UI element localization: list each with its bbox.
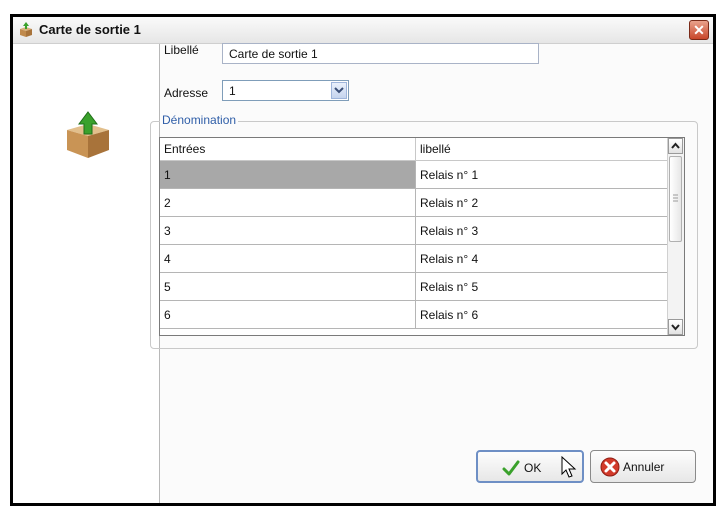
cancel-x-icon [600, 457, 620, 477]
cell-libelle[interactable]: Relais n° 5 [416, 273, 669, 300]
grip-icon [673, 194, 678, 202]
cancel-button[interactable]: Annuler [590, 450, 696, 483]
box-arrow-icon [20, 22, 32, 37]
close-icon: ✕ [693, 22, 705, 38]
cancel-label: Annuler [623, 460, 665, 474]
column-header-entrees[interactable]: Entrées [160, 138, 416, 160]
table-row[interactable]: 4 Relais n° 4 [160, 245, 669, 273]
grid-header: Entrées libellé [160, 138, 669, 161]
group-title: Dénomination [160, 113, 239, 127]
cell-entree[interactable]: 4 [160, 245, 416, 272]
table-row[interactable]: 3 Relais n° 3 [160, 217, 669, 245]
table-row[interactable]: 5 Relais n° 5 [160, 273, 669, 301]
denomination-grid[interactable]: Entrées libellé 1 Relais n° 1 2 Relais n… [159, 137, 685, 336]
cell-libelle[interactable]: Relais n° 2 [416, 189, 669, 216]
chevron-down-icon [334, 87, 344, 94]
adresse-label: Adresse [164, 86, 209, 100]
libelle-label: Libellé [164, 43, 199, 57]
scroll-down-button[interactable] [668, 319, 683, 335]
mouse-pointer-icon [561, 456, 577, 478]
cell-libelle[interactable]: Relais n° 3 [416, 217, 669, 244]
table-row[interactable]: 6 Relais n° 6 [160, 301, 669, 329]
adresse-select[interactable]: 1 [222, 80, 349, 101]
box-arrow-icon [67, 111, 109, 158]
scroll-thumb[interactable] [669, 156, 682, 242]
ok-label: OK [524, 461, 542, 475]
adresse-value: 1 [229, 84, 236, 98]
cell-entree[interactable]: 6 [160, 301, 416, 328]
chevron-up-icon [671, 142, 680, 149]
window-title: Carte de sortie 1 [39, 22, 141, 37]
cell-libelle[interactable]: Relais n° 6 [416, 301, 669, 328]
cell-entree[interactable]: 5 [160, 273, 416, 300]
cell-libelle[interactable]: Relais n° 1 [416, 161, 669, 188]
column-header-libelle[interactable]: libellé [416, 138, 669, 160]
cell-entree[interactable]: 1 [160, 161, 416, 188]
libelle-field[interactable]: Carte de sortie 1 [222, 43, 539, 64]
scroll-up-button[interactable] [668, 138, 683, 154]
title-bar[interactable]: Carte de sortie 1 ✕ [13, 17, 713, 44]
cell-libelle[interactable]: Relais n° 4 [416, 245, 669, 272]
cell-entree[interactable]: 2 [160, 189, 416, 216]
chevron-down-icon [671, 324, 680, 331]
dropdown-button[interactable] [331, 82, 347, 99]
table-row[interactable]: 1 Relais n° 1 [160, 161, 669, 189]
cell-entree[interactable]: 3 [160, 217, 416, 244]
table-row[interactable]: 2 Relais n° 2 [160, 189, 669, 217]
checkmark-icon [502, 460, 520, 476]
vertical-scrollbar[interactable] [667, 138, 684, 335]
close-button[interactable]: ✕ [689, 20, 709, 40]
left-pane [13, 44, 160, 503]
